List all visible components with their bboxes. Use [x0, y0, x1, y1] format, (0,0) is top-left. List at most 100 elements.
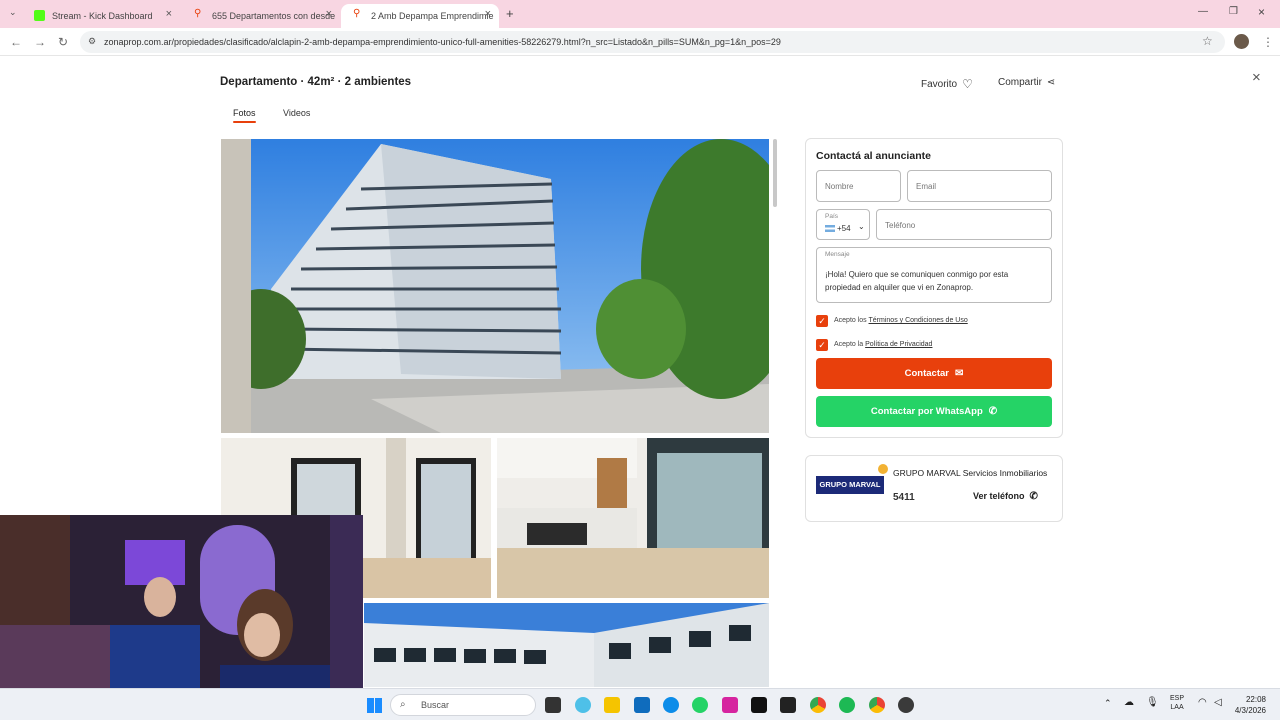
- favorite-button[interactable]: Favorito ♡: [921, 77, 973, 91]
- task-view-icon[interactable]: [545, 697, 561, 713]
- whatsapp-taskbar-icon[interactable]: [692, 697, 708, 713]
- forward-arrow-icon[interactable]: →: [34, 35, 46, 49]
- advertiser-card: GRUPO MARVAL GRUPO MARVAL Servicios Inmo…: [805, 455, 1063, 522]
- tab-2-amb-depampa[interactable]: ⚲ 2 Amb Depampa Emprendimie ×: [341, 4, 499, 28]
- tab-fotos[interactable]: Fotos: [233, 108, 256, 123]
- windows-taskbar: ⌕ Buscar ⌃ ☁ 🎙 ESP LAA ◠ ◁ 22:08 4/3/202…: [0, 688, 1280, 720]
- envelope-icon: ✉: [954, 368, 964, 379]
- email-field[interactable]: Email: [907, 170, 1052, 202]
- zonaprop-favicon-icon: ⚲: [194, 8, 202, 19]
- argentina-flag-icon: [825, 225, 835, 232]
- advertiser-logo[interactable]: GRUPO MARVAL: [816, 476, 884, 494]
- maximize-icon[interactable]: ❐: [1229, 6, 1238, 17]
- reload-icon[interactable]: ↻: [58, 35, 68, 49]
- close-icon[interactable]: ×: [326, 8, 332, 20]
- network-tray-icon[interactable]: ☁: [1124, 697, 1134, 708]
- minimize-icon[interactable]: —: [1198, 6, 1208, 17]
- bookmark-star-icon[interactable]: ☆: [1202, 34, 1213, 48]
- favorite-label: Favorito: [921, 78, 958, 90]
- store-icon[interactable]: [634, 697, 650, 713]
- tab-departamentos[interactable]: ⚲ 655 Departamentos con desde ×: [182, 4, 340, 28]
- browser-menu-icon[interactable]: ⋮: [1262, 35, 1274, 49]
- country-select[interactable]: País +54 ⌄: [816, 209, 870, 240]
- gallery-scrollbar[interactable]: [773, 139, 777, 207]
- new-tab-plus-icon[interactable]: +: [506, 6, 514, 21]
- copilot-icon[interactable]: [575, 697, 591, 713]
- microphone-icon[interactable]: 🎙: [1146, 697, 1159, 708]
- lang-top: ESP: [1170, 695, 1185, 702]
- chrome-icon[interactable]: [810, 697, 826, 713]
- tray-chevron-icon[interactable]: ⌃: [1104, 698, 1112, 709]
- tab-title: 655 Departamentos con desde: [212, 11, 336, 21]
- close-icon[interactable]: ×: [166, 8, 172, 20]
- photo-thumbnail-facade[interactable]: [364, 603, 769, 687]
- taskbar-clock[interactable]: 22:08 4/3/2026: [1235, 694, 1266, 716]
- profile-avatar[interactable]: [1234, 34, 1249, 49]
- terms-prefix: Acepto los: [834, 317, 867, 324]
- show-phone-button[interactable]: Ver teléfono ✆: [973, 491, 1038, 502]
- chevron-down-icon: ⌄: [858, 222, 865, 231]
- chrome-active-icon[interactable]: [869, 697, 885, 713]
- facade-photo-image: [364, 603, 769, 687]
- country-code: +54: [837, 224, 851, 233]
- terms-link[interactable]: Términos y Condiciones de Uso: [869, 317, 968, 324]
- privacy-prefix: Acepto la: [834, 341, 864, 348]
- share-button[interactable]: Compartir ⋖: [998, 77, 1055, 88]
- message-field[interactable]: Mensaje ¡Hola! Quiero que se comuniquen …: [816, 247, 1052, 303]
- close-icon[interactable]: ×: [485, 8, 491, 20]
- verified-badge-icon: [878, 464, 888, 474]
- whatsapp-button[interactable]: Contactar por WhatsApp ✆: [816, 396, 1052, 427]
- whatsapp-icon: ✆: [988, 406, 998, 417]
- phone-placeholder: Teléfono: [885, 221, 916, 230]
- name-placeholder: Nombre: [825, 182, 854, 191]
- kick-favicon-icon: [34, 10, 45, 21]
- browser-tab-strip: ⌄ Stream - Kick Dashboard × ⚲ 655 Depart…: [0, 0, 1280, 28]
- contact-button-label: Contactar: [904, 368, 949, 379]
- building-photo-image: [221, 139, 769, 433]
- name-field[interactable]: Nombre: [816, 170, 901, 202]
- listing-title: Departamento · 42m² · 2 ambientes: [220, 76, 412, 88]
- clock-date: 4/3/2026: [1234, 706, 1266, 715]
- email-placeholder: Email: [916, 182, 937, 191]
- message-label: Mensaje: [825, 251, 850, 258]
- edge-icon[interactable]: [663, 697, 679, 713]
- search-placeholder: Buscar: [421, 700, 450, 710]
- privacy-checkbox[interactable]: ✓: [816, 339, 828, 351]
- close-listing-icon[interactable]: ×: [1252, 69, 1261, 86]
- instagram-icon[interactable]: [722, 697, 738, 713]
- tab-list-chevron-icon[interactable]: ⌄: [9, 7, 17, 18]
- share-icon: ⋖: [1046, 77, 1056, 88]
- heart-icon: ♡: [962, 77, 973, 91]
- privacy-link[interactable]: Política de Privacidad: [865, 341, 932, 348]
- capcut-icon[interactable]: [780, 697, 796, 713]
- kitchen-photo-image: [497, 438, 769, 598]
- window-close-icon[interactable]: ×: [1258, 5, 1265, 19]
- obs-icon[interactable]: [898, 697, 914, 713]
- country-label: País: [825, 213, 839, 220]
- contact-button[interactable]: Contactar ✉: [816, 358, 1052, 389]
- advertiser-name[interactable]: GRUPO MARVAL Servicios Inmobiliarios: [893, 468, 1047, 478]
- tab-videos[interactable]: Videos: [283, 108, 310, 118]
- phone-field[interactable]: Teléfono: [876, 209, 1052, 240]
- volume-icon[interactable]: ◁: [1214, 697, 1222, 708]
- contact-form-card: Contactá al anunciante Nombre Email País…: [805, 138, 1063, 438]
- tab-title: Stream - Kick Dashboard: [52, 11, 153, 21]
- photo-thumbnail-kitchen[interactable]: [497, 438, 769, 598]
- language-indicator[interactable]: ESP LAA: [1170, 694, 1184, 712]
- tab-kick-dashboard[interactable]: Stream - Kick Dashboard ×: [22, 4, 180, 28]
- wifi-icon[interactable]: ◠: [1198, 697, 1207, 708]
- terms-checkbox[interactable]: ✓: [816, 315, 828, 327]
- terms-text: Acepto los Términos y Condiciones de Uso: [834, 317, 968, 324]
- file-explorer-icon[interactable]: [604, 697, 620, 713]
- main-photo[interactable]: [221, 139, 769, 433]
- share-label: Compartir: [998, 77, 1042, 88]
- windows-start-icon[interactable]: [367, 698, 382, 713]
- search-icon: ⌕: [400, 699, 406, 710]
- taskbar-search[interactable]: ⌕ Buscar: [390, 694, 536, 716]
- tab-title: 2 Amb Depampa Emprendimie: [371, 11, 494, 21]
- tiktok-icon[interactable]: [751, 697, 767, 713]
- spotify-icon[interactable]: [839, 697, 855, 713]
- site-info-icon[interactable]: ⚙: [88, 36, 96, 47]
- url-field[interactable]: ⚙ zonaprop.com.ar/propiedades/clasificad…: [80, 31, 1225, 53]
- back-arrow-icon[interactable]: ←: [10, 35, 22, 49]
